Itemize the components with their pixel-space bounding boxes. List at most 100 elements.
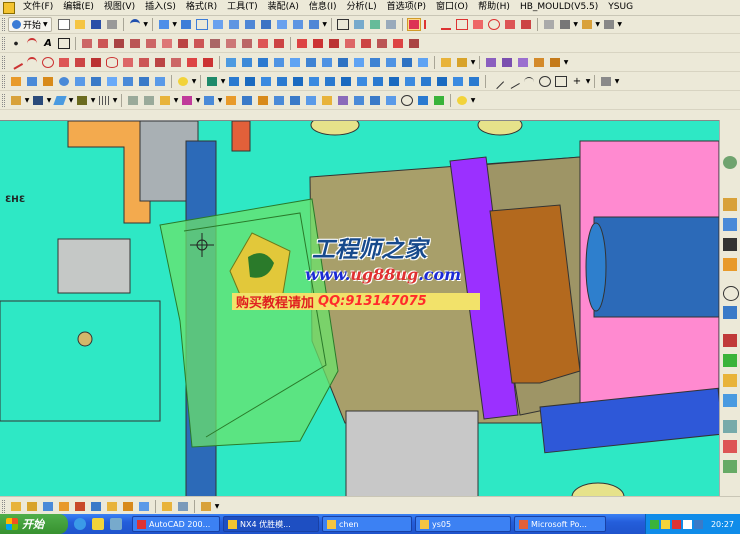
menu-insert[interactable]: 插入(S) <box>140 0 181 15</box>
reuse-library-icon[interactable] <box>723 258 737 271</box>
clearance-icon[interactable] <box>352 94 366 107</box>
menu-help[interactable]: 帮助(H) <box>473 0 515 15</box>
arc-icon[interactable] <box>25 56 39 69</box>
grid-icon[interactable] <box>97 94 111 107</box>
toolbar-grip[interactable] <box>2 56 5 69</box>
fit-icon[interactable] <box>352 18 366 31</box>
polyline-tool-icon[interactable] <box>506 74 520 89</box>
arrow-left-icon[interactable] <box>126 94 140 107</box>
menu-edit[interactable]: 编辑(E) <box>58 0 99 15</box>
select-body-icon[interactable] <box>41 500 55 513</box>
datum-axis-icon[interactable] <box>240 56 254 69</box>
new-file-icon[interactable] <box>57 18 71 31</box>
palette-icon[interactable] <box>723 334 737 347</box>
process-studio-icon[interactable] <box>723 354 737 367</box>
intersect-icon[interactable] <box>516 56 530 69</box>
media-player-icon[interactable] <box>110 518 122 530</box>
edit-chamfer-icon[interactable] <box>375 37 389 50</box>
circle-icon[interactable] <box>41 56 55 69</box>
fillet-icon[interactable] <box>57 56 71 69</box>
menu-tools[interactable]: 工具(T) <box>222 0 263 15</box>
lightbulb-icon[interactable] <box>176 75 190 88</box>
right-view-icon[interactable] <box>243 18 257 31</box>
sew-icon[interactable] <box>153 75 167 88</box>
select-component-icon[interactable] <box>121 500 135 513</box>
windows-start-button[interactable]: 开始 <box>0 514 68 534</box>
trim-body-icon[interactable] <box>532 56 546 69</box>
light-dropdown-icon[interactable]: ▼ <box>191 75 197 88</box>
graphics-viewport[interactable]: 工程师之家 www.ug88ug.com 购买教程请加 QQ:913147075… <box>0 120 719 497</box>
curve-intersect-icon[interactable] <box>192 37 206 50</box>
assembly-navigator-tab-icon[interactable] <box>723 218 737 231</box>
move-dropdown-icon[interactable]: ▼ <box>173 94 179 107</box>
blend-dropdown-icon[interactable]: ▼ <box>470 56 476 69</box>
studio-spline-icon[interactable] <box>169 56 183 69</box>
tray-volume-icon[interactable] <box>660 519 670 529</box>
open-folder-icon[interactable] <box>73 18 87 31</box>
mould-ejector-icon[interactable] <box>291 75 305 88</box>
edit-smooth-icon[interactable] <box>407 37 421 50</box>
pocket-icon[interactable] <box>368 56 382 69</box>
arrow-right-icon[interactable] <box>142 94 156 107</box>
top-view-icon[interactable] <box>227 18 241 31</box>
ie-browser-icon[interactable] <box>74 518 86 530</box>
mould-insert-icon[interactable] <box>275 75 289 88</box>
select-feature-icon[interactable] <box>25 500 39 513</box>
mould-gate-icon[interactable] <box>323 75 337 88</box>
assembly-cut-icon[interactable] <box>416 94 430 107</box>
mould-base-icon[interactable] <box>355 75 369 88</box>
curve-trim-icon[interactable] <box>144 37 158 50</box>
mould-runner-icon[interactable] <box>339 75 353 88</box>
task-autocad[interactable]: AutoCAD 200... <box>132 516 220 532</box>
toolbar-grip[interactable] <box>2 18 5 31</box>
line-icon[interactable] <box>8 55 24 70</box>
curve-bridge-icon[interactable] <box>96 37 110 50</box>
polygon-icon[interactable] <box>89 56 103 69</box>
select-curve-icon[interactable] <box>89 500 103 513</box>
view-cube-icon[interactable] <box>157 18 171 31</box>
midpoint-snap-icon[interactable] <box>439 18 453 31</box>
quadrant-snap-icon[interactable] <box>503 18 517 31</box>
part-navigator-icon[interactable] <box>723 198 737 211</box>
mirror-curve-icon[interactable] <box>201 56 215 69</box>
menu-information[interactable]: 信息(I) <box>304 0 342 15</box>
component-array-icon[interactable] <box>288 94 302 107</box>
edit-corner-icon[interactable] <box>343 37 357 50</box>
curve-offset-icon[interactable] <box>80 37 94 50</box>
display-dropdown-icon[interactable]: ▼ <box>617 18 623 31</box>
left-view-icon[interactable] <box>307 18 321 31</box>
rotate-icon[interactable] <box>384 18 398 31</box>
curve-join-icon[interactable] <box>128 37 142 50</box>
undo-icon[interactable] <box>128 18 142 31</box>
reference-set-icon[interactable] <box>336 94 350 107</box>
curve-wrap-icon[interactable] <box>240 37 254 50</box>
iso-view-icon[interactable] <box>259 18 273 31</box>
sketch-dropdown-icon[interactable]: ▼ <box>585 75 591 88</box>
wave-link-icon[interactable] <box>304 94 318 107</box>
mould-tools-icon[interactable] <box>467 75 481 88</box>
measure-icon[interactable] <box>558 18 572 31</box>
front-view-icon[interactable] <box>211 18 225 31</box>
menu-file[interactable]: 文件(F) <box>18 0 58 15</box>
move-component-icon[interactable] <box>158 94 172 107</box>
menu-assembly[interactable]: 装配(A) <box>263 0 304 15</box>
split-body-icon[interactable] <box>548 56 562 69</box>
tray-network-icon[interactable] <box>649 519 659 529</box>
lightbulb-dropdown-icon[interactable]: ▼ <box>470 94 476 107</box>
arc-tool-icon[interactable] <box>522 75 536 88</box>
groove-icon[interactable] <box>416 56 430 69</box>
mould-drawing-icon[interactable] <box>419 75 433 88</box>
datum-csys-icon[interactable] <box>256 56 270 69</box>
tray-update-icon[interactable] <box>693 519 703 529</box>
task-powerpoint[interactable]: Microsoft Po... <box>514 516 606 532</box>
feature-pattern-icon[interactable] <box>137 75 151 88</box>
wireframe-view-icon[interactable] <box>195 18 209 31</box>
existing-point-snap-icon[interactable] <box>519 18 533 31</box>
select-point-icon[interactable] <box>105 500 119 513</box>
select-face-icon[interactable] <box>57 500 71 513</box>
visual-report-icon[interactable] <box>723 420 737 433</box>
layer-settings-icon[interactable] <box>9 94 23 107</box>
history-icon[interactable] <box>723 238 737 251</box>
layer-icon[interactable] <box>542 18 556 31</box>
plane-dropdown-icon[interactable]: ▼ <box>68 94 74 107</box>
